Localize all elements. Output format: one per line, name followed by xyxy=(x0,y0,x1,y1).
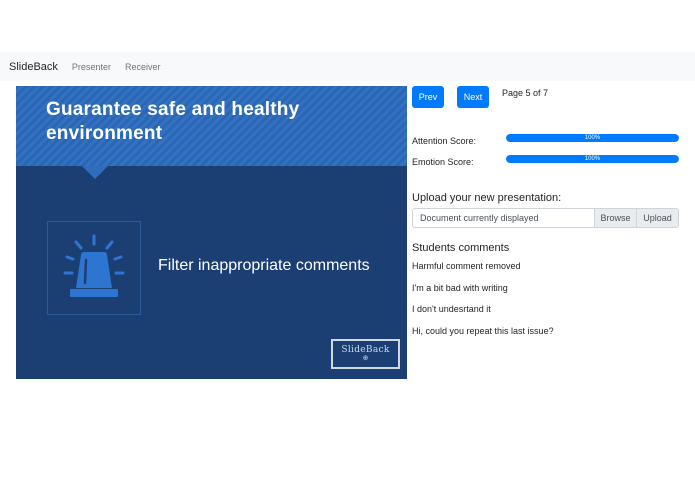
navbar: SlideBack Presenter Receiver xyxy=(0,52,695,81)
nav-link-presenter[interactable]: Presenter xyxy=(72,62,111,72)
presentation-file-input[interactable]: Document currently displayed xyxy=(412,208,595,228)
navbar-brand[interactable]: SlideBack xyxy=(9,61,58,73)
siren-alarm-icon xyxy=(63,234,125,297)
comment-item: Hi, could you repeat this last issue? xyxy=(412,326,554,336)
slide-title: Guarantee safe and healthy environment xyxy=(46,99,300,144)
comment-item: I'm a bit bad with writing xyxy=(412,283,508,293)
slideback-logo: SlideBack ⊕ xyxy=(331,339,400,369)
comment-item: Harmful comment removed xyxy=(412,261,521,271)
emotion-score-bar: 100% xyxy=(506,155,679,163)
attention-score-bar: 100% xyxy=(506,134,679,142)
logo-mark-icon: ⊕ xyxy=(362,355,369,362)
logo-text: SlideBack xyxy=(341,345,390,355)
slide-body-text: Filter inappropriate comments xyxy=(158,257,370,274)
comment-item: I don't undesrtand it xyxy=(412,304,491,314)
slide-icon-box xyxy=(47,221,141,315)
browse-button[interactable]: Browse xyxy=(594,208,637,228)
page-indicator: Page 5 of 7 xyxy=(502,88,549,98)
next-button[interactable]: Next xyxy=(457,86,489,108)
attention-score-label: Attention Score: xyxy=(412,136,477,146)
emotion-score-fill: 100% xyxy=(506,155,679,163)
prev-button[interactable]: Prev xyxy=(412,86,444,108)
attention-score-fill: 100% xyxy=(506,134,679,142)
slide-viewer: Guarantee safe and healthy environment F… xyxy=(16,86,407,379)
upload-button[interactable]: Upload xyxy=(636,208,679,228)
upload-heading: Upload your new presentation: xyxy=(412,192,562,204)
emotion-score-label: Emotion Score: xyxy=(412,157,474,167)
nav-link-receiver[interactable]: Receiver xyxy=(125,62,161,72)
comments-heading: Students comments xyxy=(412,242,510,254)
slide-header-notch xyxy=(82,166,108,179)
